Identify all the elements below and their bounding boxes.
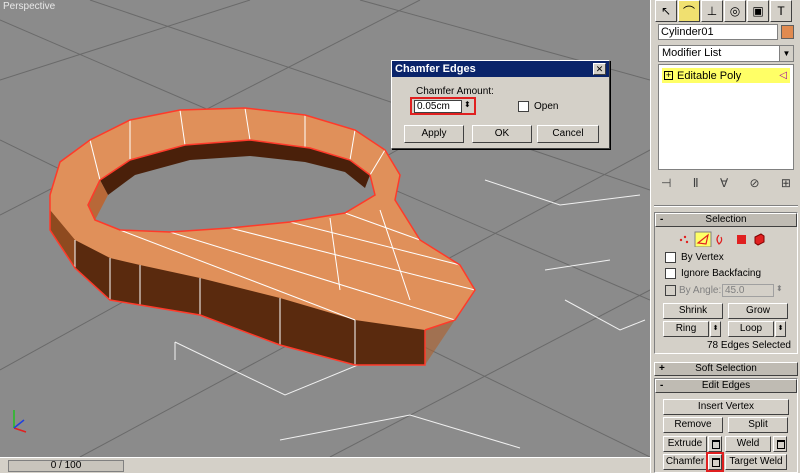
command-panel-tabs: ↖ ⌒ ⊥ ◎ ▣ T: [655, 0, 797, 22]
dialog-title: Chamfer Edges: [392, 61, 609, 77]
modifier-list-dropdown[interactable]: Modifier List ▼: [658, 45, 794, 62]
stack-item-editable-poly[interactable]: + Editable Poly ◁: [662, 68, 790, 83]
utilities-tab-icon[interactable]: T: [770, 0, 792, 22]
weld-settings-icon[interactable]: [773, 436, 787, 452]
display-tab-icon[interactable]: ▣: [747, 0, 769, 22]
soft-selection-rollout: + Soft Selection: [654, 362, 798, 377]
expand-icon[interactable]: +: [664, 71, 673, 80]
open-checkbox[interactable]: [518, 101, 529, 112]
selection-rollout-header[interactable]: - Selection: [655, 213, 797, 227]
time-slider-bar: 0 / 100: [0, 457, 650, 473]
stack-item-label: Editable Poly: [677, 69, 742, 82]
extrude-settings-icon[interactable]: [708, 436, 722, 452]
create-tab-icon[interactable]: ↖: [655, 0, 677, 22]
ignore-backfacing-label: Ignore Backfacing: [681, 268, 762, 279]
insert-vertex-button[interactable]: Insert Vertex: [663, 399, 789, 415]
close-icon[interactable]: ✕: [593, 63, 606, 75]
object-color-swatch[interactable]: [781, 25, 794, 39]
weld-button[interactable]: Weld: [725, 436, 771, 452]
by-vertex-label: By Vertex: [681, 252, 724, 263]
split-button[interactable]: Split: [728, 417, 788, 433]
chevron-down-icon[interactable]: ▼: [779, 46, 793, 61]
collapse-icon: -: [660, 214, 664, 225]
show-end-result-icon[interactable]: Ⅱ: [693, 176, 699, 194]
apply-button[interactable]: Apply: [404, 125, 464, 143]
element-mode-icon: [754, 233, 765, 246]
vertex-mode-icon: [679, 235, 689, 244]
object-name-field[interactable]: Cylinder01: [658, 24, 778, 40]
ignore-backfacing-checkbox[interactable]: [665, 268, 676, 279]
pin-stack-icon[interactable]: ⊣: [661, 176, 671, 194]
polygon-mode-icon: [737, 235, 746, 244]
by-angle-label: By Angle:: [679, 285, 722, 296]
grow-button[interactable]: Grow: [728, 303, 788, 319]
amount-spinner-icon[interactable]: ⬍: [464, 100, 471, 109]
chamfer-edges-dialog: Chamfer Edges ✕ Chamfer Amount: 0.05cm ⬍…: [391, 60, 610, 149]
ring-button[interactable]: Ring: [663, 321, 709, 337]
soft-selection-rollout-header[interactable]: + Soft Selection: [654, 362, 798, 376]
soft-selection-title: Soft Selection: [695, 363, 757, 374]
time-slider[interactable]: 0 / 100: [8, 460, 124, 472]
selection-rollout: - Selection By Vertex Ignore Backfacing …: [654, 212, 798, 354]
chamfer-button[interactable]: Chamfer: [663, 454, 707, 470]
by-angle-checkbox[interactable]: [665, 285, 676, 296]
subobject-icons: [679, 231, 765, 247]
extrude-button[interactable]: Extrude: [663, 436, 707, 452]
chamfer-settings-highlight: [706, 452, 724, 472]
by-vertex-checkbox[interactable]: [665, 252, 676, 263]
stack-toolbar: ⊣ Ⅱ ∀ ⊘ ⊞: [661, 176, 791, 194]
open-label: Open: [534, 101, 559, 112]
border-mode-icon: [716, 234, 723, 245]
selection-rollout-title: Selection: [705, 214, 747, 225]
chamfer-amount-input[interactable]: 0.05cm: [414, 100, 462, 113]
target-weld-button[interactable]: Target Weld: [725, 454, 787, 470]
remove-button[interactable]: Remove: [663, 417, 723, 433]
loop-spinner-icon[interactable]: ⬍: [775, 321, 786, 337]
ring-spinner-icon[interactable]: ⬍: [710, 321, 721, 337]
loop-button[interactable]: Loop: [728, 321, 774, 337]
cancel-button[interactable]: Cancel: [537, 125, 599, 143]
ok-button[interactable]: OK: [472, 125, 532, 143]
viewport-label[interactable]: Perspective: [3, 1, 55, 12]
modify-tab-icon[interactable]: ⌒: [678, 0, 700, 22]
modifier-list-label: Modifier List: [662, 47, 722, 59]
configure-modifier-sets-icon[interactable]: ⊞: [781, 176, 791, 194]
shrink-button[interactable]: Shrink: [663, 303, 723, 319]
motion-tab-icon[interactable]: ◎: [724, 0, 746, 22]
collapse-icon: -: [660, 380, 664, 391]
hierarchy-tab-icon[interactable]: ⊥: [701, 0, 723, 22]
edge-subobject-icon: ◁: [779, 70, 787, 81]
spinner-arrows-icon[interactable]: ⬍: [776, 284, 783, 293]
chamfer-amount-label: Chamfer Amount:: [416, 86, 494, 97]
edit-edges-rollout-header[interactable]: - Edit Edges: [655, 379, 797, 393]
selection-status: 78 Edges Selected: [707, 340, 791, 351]
divider: [654, 205, 798, 207]
expand-icon: +: [659, 363, 665, 374]
edit-edges-title: Edit Edges: [701, 380, 751, 391]
edit-edges-rollout: - Edit Edges Insert Vertex Remove Split …: [654, 378, 798, 473]
remove-modifier-icon[interactable]: ⊘: [750, 176, 760, 194]
by-angle-spinner[interactable]: 45.0: [722, 284, 774, 297]
make-unique-icon[interactable]: ∀: [720, 176, 728, 194]
modifier-stack[interactable]: + Editable Poly ◁: [658, 64, 794, 170]
